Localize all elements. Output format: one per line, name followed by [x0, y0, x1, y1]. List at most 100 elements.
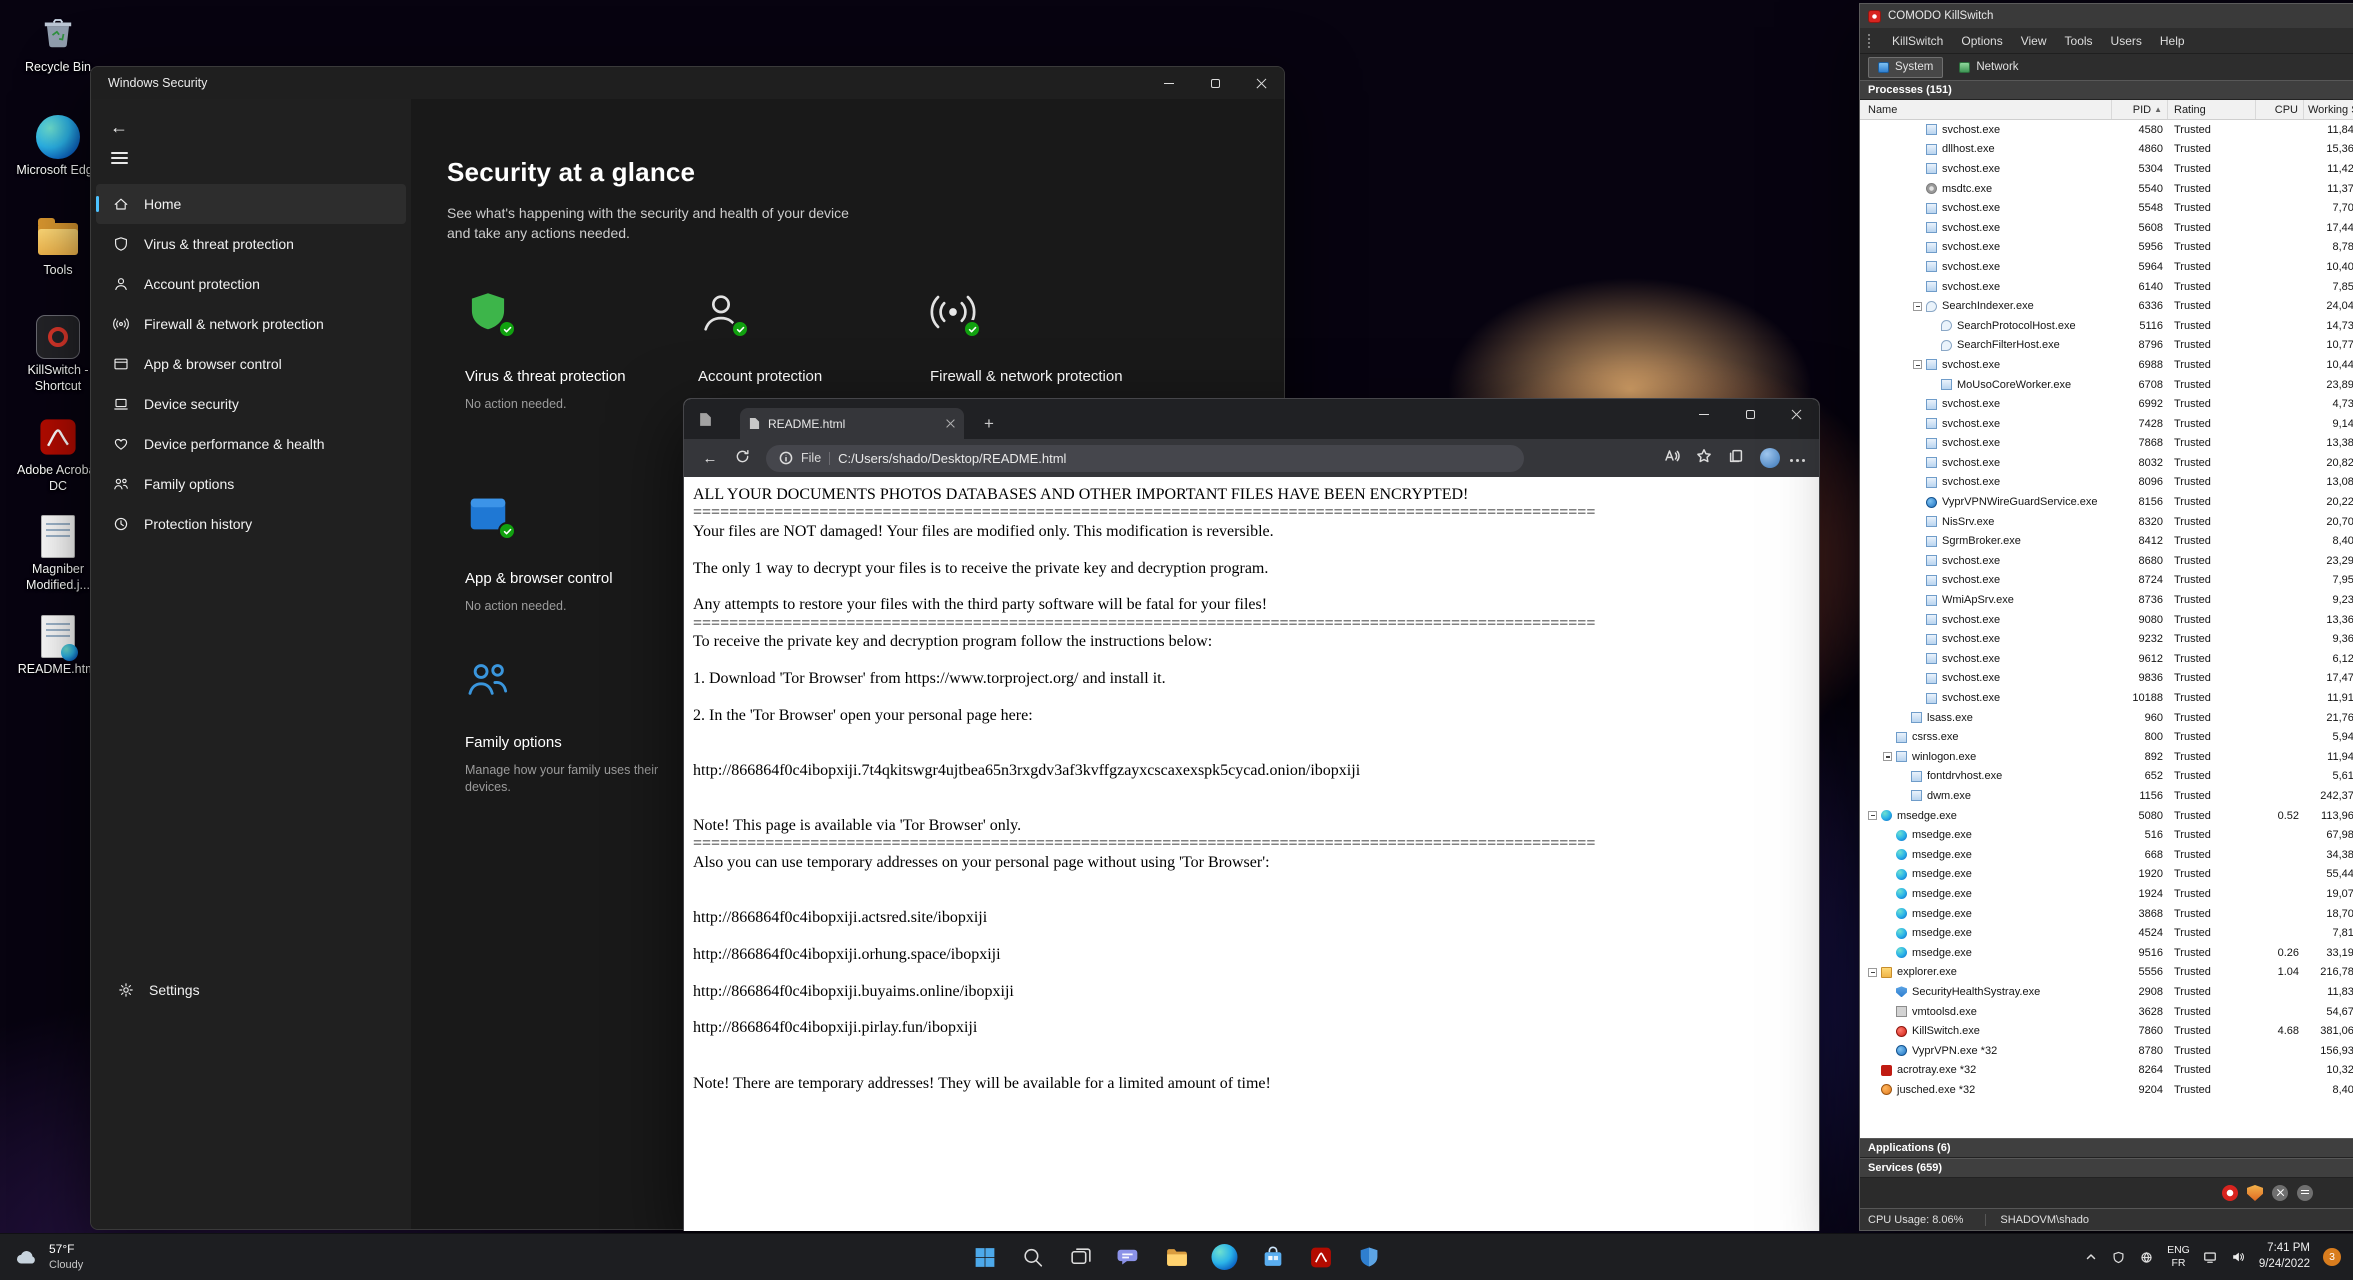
- process-row[interactable]: explorer.exe5556Trusted1.04216,784: [1860, 963, 2353, 983]
- tab-close-icon[interactable]: [946, 419, 955, 428]
- close-button[interactable]: [1773, 399, 1819, 429]
- process-row[interactable]: msedge.exe4524Trusted7,816: [1860, 923, 2353, 943]
- tab-network[interactable]: Network: [1949, 57, 2028, 78]
- process-row[interactable]: msedge.exe1920Trusted55,444: [1860, 865, 2353, 885]
- sidebar-item-family-options[interactable]: Family options: [96, 464, 406, 504]
- more-button[interactable]: [1796, 449, 1799, 467]
- taskbar-button-start[interactable]: [965, 1238, 1004, 1277]
- weather-widget[interactable]: 57°F Cloudy: [0, 1234, 97, 1280]
- maximize-button[interactable]: [1192, 67, 1238, 99]
- process-row[interactable]: MoUsoCoreWorker.exe6708Trusted23,898: [1860, 375, 2353, 395]
- process-row[interactable]: dllhost.exe4860Trusted15,360: [1860, 140, 2353, 160]
- tab-system[interactable]: System: [1868, 57, 1943, 78]
- sidebar-item-device-security[interactable]: Device security: [96, 384, 406, 424]
- taskbar-button-store[interactable]: [1253, 1238, 1292, 1277]
- applications-section-header[interactable]: Applications (6): [1860, 1138, 2353, 1158]
- process-row[interactable]: msdtc.exe5540Trusted11,372: [1860, 179, 2353, 199]
- process-row[interactable]: NisSrv.exe8320Trusted20,708: [1860, 512, 2353, 532]
- tile-family-options[interactable]: Family optionsManage how your family use…: [465, 655, 683, 797]
- column-header-name[interactable]: Name: [1860, 100, 2112, 119]
- process-row[interactable]: svchost.exe9232Trusted9,368: [1860, 629, 2353, 649]
- process-row[interactable]: SgrmBroker.exe8412Trusted8,404: [1860, 531, 2353, 551]
- column-header-cpu[interactable]: CPU: [2256, 100, 2304, 119]
- process-row[interactable]: VyprVPN.exe *328780Trusted156,936: [1860, 1041, 2353, 1061]
- comodo-logo-icon[interactable]: [2222, 1185, 2238, 1201]
- process-row[interactable]: svchost.exe8032Trusted20,820: [1860, 453, 2353, 473]
- process-row[interactable]: svchost.exe8096Trusted13,084: [1860, 473, 2353, 493]
- maximize-button[interactable]: [1727, 399, 1773, 429]
- process-row[interactable]: svchost.exe7868Trusted13,388: [1860, 434, 2353, 454]
- collapse-expander-icon[interactable]: [1868, 968, 1877, 977]
- menu-item-options[interactable]: Options: [1961, 34, 2002, 48]
- refresh-button[interactable]: [726, 449, 758, 468]
- taskbar-button-chat[interactable]: [1109, 1238, 1148, 1277]
- menu-toggle-button[interactable]: [111, 152, 128, 164]
- process-row[interactable]: vmtoolsd.exe3628Trusted54,672: [1860, 1002, 2353, 1022]
- tile-account-protection[interactable]: Account protectionNo action needed.: [698, 289, 916, 413]
- process-row[interactable]: msedge.exe5080Trusted0.52113,964: [1860, 806, 2353, 826]
- process-row[interactable]: svchost.exe9612Trusted6,120: [1860, 649, 2353, 669]
- menu-item-view[interactable]: View: [2021, 34, 2047, 48]
- process-row[interactable]: svchost.exe9836Trusted17,472: [1860, 669, 2353, 689]
- process-row[interactable]: KillSwitch.exe7860Trusted4.68381,060: [1860, 1021, 2353, 1041]
- tile-virus-threat-protection[interactable]: Virus & threat protectionNo action neede…: [465, 289, 683, 413]
- process-row[interactable]: svchost.exe6988Trusted10,448: [1860, 355, 2353, 375]
- back-button[interactable]: ←: [694, 450, 726, 467]
- process-row[interactable]: svchost.exe8680Trusted23,292: [1860, 551, 2353, 571]
- column-header-working-set[interactable]: Working Set: [2304, 100, 2353, 119]
- process-row[interactable]: svchost.exe6140Trusted7,852: [1860, 277, 2353, 297]
- tile-firewall-network-protection[interactable]: Firewall & network protectionNo action n…: [930, 289, 1148, 413]
- sidebar-item-protection-history[interactable]: Protection history: [96, 504, 406, 544]
- menu-item-tools[interactable]: Tools: [2065, 34, 2093, 48]
- collapse-expander-icon[interactable]: [1868, 811, 1877, 820]
- menu-item-help[interactable]: Help: [2160, 34, 2185, 48]
- favorites-button[interactable]: [1696, 448, 1712, 469]
- process-row[interactable]: SecurityHealthSystray.exe2908Trusted11,8…: [1860, 982, 2353, 1002]
- read-aloud-button[interactable]: [1664, 448, 1680, 469]
- new-tab-button[interactable]: +: [978, 414, 1000, 434]
- language-indicator[interactable]: ENG FR: [2167, 1244, 2190, 1270]
- hidden-icons-chevron[interactable]: [2083, 1250, 2098, 1265]
- process-row[interactable]: lsass.exe960Trusted21,760: [1860, 708, 2353, 728]
- sidebar-item-virus-threat-protection[interactable]: Virus & threat protection: [96, 224, 406, 264]
- column-header-rating[interactable]: Rating: [2168, 100, 2256, 119]
- collections-button[interactable]: [1728, 448, 1744, 469]
- back-button[interactable]: ←: [107, 117, 131, 138]
- address-bar[interactable]: File C:/Users/shado/Desktop/README.html: [766, 445, 1524, 472]
- minimize-button[interactable]: [1146, 67, 1192, 99]
- process-row[interactable]: fontdrvhost.exe652Trusted5,616: [1860, 767, 2353, 787]
- sidebar-item-home[interactable]: Home: [96, 184, 406, 224]
- tray-shield-icon[interactable]: [2111, 1250, 2126, 1265]
- network-tray-button[interactable]: [2203, 1250, 2218, 1265]
- tile-app-browser-control[interactable]: App & browser controlNo action needed.: [465, 491, 683, 615]
- taskbar-button-acrobat[interactable]: [1301, 1238, 1340, 1277]
- services-section-header[interactable]: Services (659): [1860, 1158, 2353, 1178]
- collapse-expander-icon[interactable]: [1883, 752, 1892, 761]
- process-row[interactable]: msedge.exe516Trusted67,988: [1860, 825, 2353, 845]
- process-row[interactable]: svchost.exe5608Trusted17,444: [1860, 218, 2353, 238]
- close-button[interactable]: [1238, 67, 1284, 99]
- process-row[interactable]: dwm.exe1156Trusted242,376: [1860, 786, 2353, 806]
- column-header-pid[interactable]: PID▲: [2112, 100, 2168, 119]
- tab-actions-icon[interactable]: [699, 412, 712, 427]
- process-row[interactable]: jusched.exe *329204Trusted8,408: [1860, 1080, 2353, 1100]
- taskbar-button-search[interactable]: [1013, 1238, 1052, 1277]
- process-row[interactable]: svchost.exe9080Trusted13,360: [1860, 610, 2353, 630]
- process-row[interactable]: msedge.exe1924Trusted19,076: [1860, 884, 2353, 904]
- process-row[interactable]: acrotray.exe *328264Trusted10,320: [1860, 1061, 2353, 1081]
- taskbar-button-edge[interactable]: [1205, 1238, 1244, 1277]
- process-row[interactable]: msedge.exe9516Trusted0.2633,196: [1860, 943, 2353, 963]
- process-row[interactable]: svchost.exe5964Trusted10,408: [1860, 257, 2353, 277]
- sidebar-item-settings[interactable]: Settings: [101, 970, 401, 1010]
- sidebar-item-account-protection[interactable]: Account protection: [96, 264, 406, 304]
- kill-process-icon[interactable]: [2272, 1185, 2288, 1201]
- collapse-expander-icon[interactable]: [1913, 360, 1922, 369]
- process-row[interactable]: svchost.exe8724Trusted7,952: [1860, 571, 2353, 591]
- taskbar-button-file-explorer[interactable]: [1157, 1238, 1196, 1277]
- process-row[interactable]: SearchFilterHost.exe8796Trusted10,772: [1860, 336, 2353, 356]
- process-row[interactable]: SearchIndexer.exe6336Trusted24,044: [1860, 296, 2353, 316]
- volume-tray-button[interactable]: [2231, 1250, 2246, 1265]
- notification-badge[interactable]: 3: [2323, 1248, 2341, 1266]
- tray-vpn-icon[interactable]: [2139, 1250, 2154, 1265]
- collapse-expander-icon[interactable]: [1913, 302, 1922, 311]
